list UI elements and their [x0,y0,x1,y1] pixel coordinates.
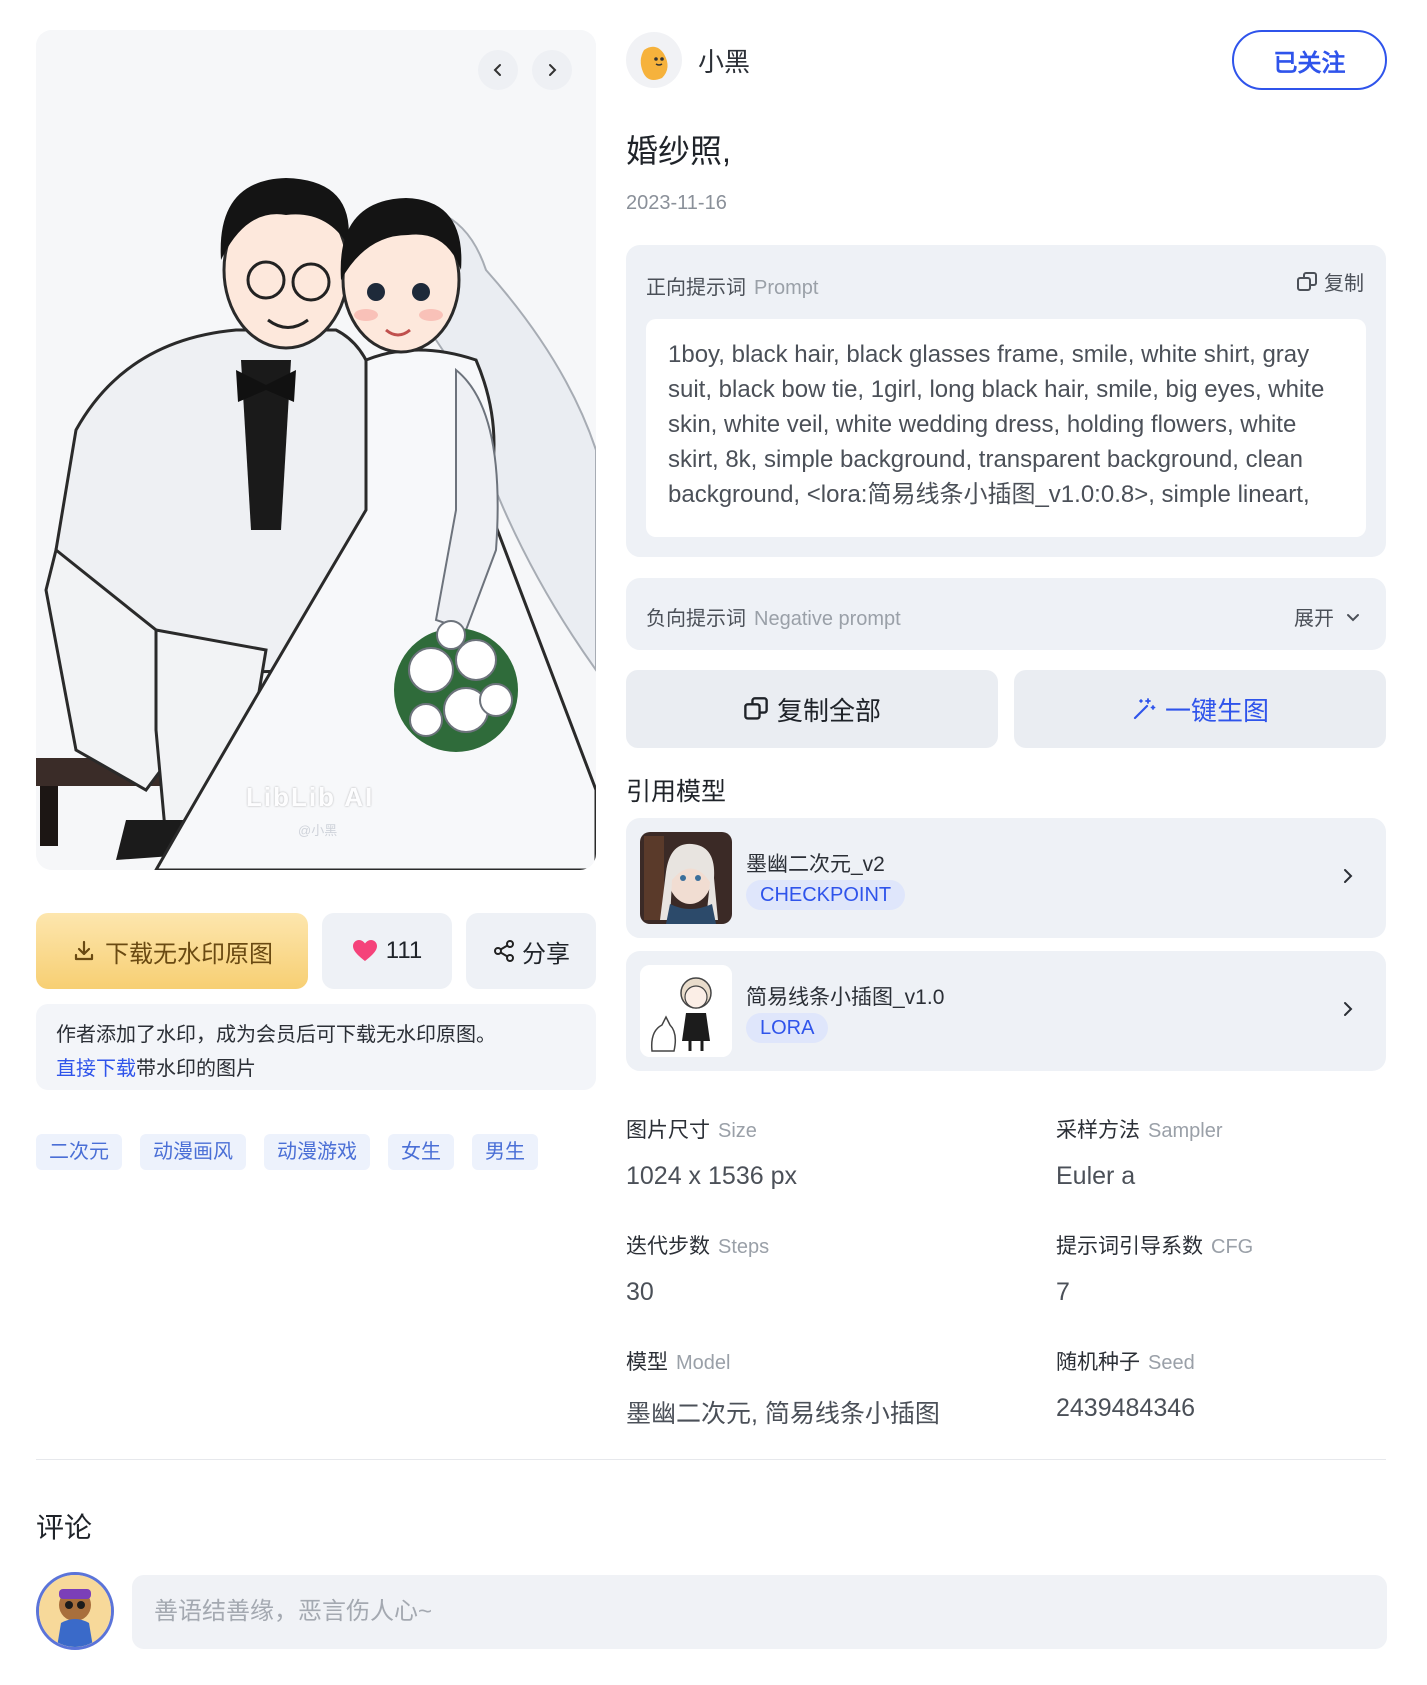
model-type-badge: CHECKPOINT [746,880,906,910]
param-label: 提示词引导系数 [1056,1235,1203,1258]
generate-button[interactable]: 一键生图 [1014,670,1386,748]
param-label-en: Model [676,1352,731,1374]
param-value: 墨幽二次元, 简易线条小插图 [626,1400,940,1428]
negative-prompt-label-en: Negative prompt [754,608,901,630]
chevron-right-icon [1344,1002,1353,1016]
param-label: 采样方法 [1056,1119,1140,1142]
current-user-avatar [36,1572,114,1650]
model-name: 简易线条小插图_v1.0 [746,986,945,1009]
model-thumbnail [640,965,732,1057]
prompt-label: 正向提示词 [646,277,746,299]
follow-button[interactable]: 已关注 [1232,30,1387,90]
share-label: 分享 [522,940,570,968]
author-avatar-image [640,46,668,80]
chevron-down-icon [1347,613,1359,621]
notice-text: 作者添加了水印，成为会员后可下载无水印原图。 [56,1024,496,1046]
watermark-notice: 作者添加了水印，成为会员后可下载无水印原图。 直接下载带水印的图片 [36,1004,596,1090]
param-label-en: Sampler [1148,1120,1223,1142]
heart-icon [352,940,377,961]
watermark-username: @小黑 [298,823,338,838]
generate-label: 一键生图 [1164,695,1269,726]
negative-prompt-card[interactable]: 负向提示词 Negative prompt 展开 [626,578,1386,650]
artwork-illustration [36,30,596,870]
model-type-badge: LORA [746,1013,829,1043]
share-icon [494,940,514,962]
copy-prompt-button[interactable]: 复制 [1296,267,1364,296]
param-model: 模型 Model 墨幽二次元, 简易线条小插图 [626,1346,940,1430]
chevron-right-icon [1344,869,1353,883]
negative-prompt-label: 负向提示词 [646,608,746,630]
chevron-left-icon [493,64,501,76]
tag-item[interactable]: 动漫游戏 [264,1134,370,1170]
prompt-card: 正向提示词 Prompt 复制 1boy, black hair, black g… [626,245,1386,557]
prompt-label-en: Prompt [754,277,819,299]
expand-button[interactable]: 展开 [1294,602,1362,631]
param-label-en: Steps [718,1236,770,1258]
param-cfg: 提示词引导系数 CFG 7 [1056,1230,1253,1307]
param-sampler: 采样方法 Sampler Euler a [1056,1114,1222,1191]
param-label: 迭代步数 [626,1235,710,1258]
model-name: 墨幽二次元_v2 [746,853,885,876]
next-image-button[interactable] [532,50,572,90]
copy-icon [744,697,768,720]
share-button[interactable]: 分享 [466,913,596,989]
param-value: 1024 x 1536 px [626,1162,797,1190]
tag-item[interactable]: 男生 [472,1134,538,1170]
param-steps: 迭代步数 Steps 30 [626,1230,769,1307]
author-name[interactable]: 小黑 [698,42,750,79]
current-user-avatar-image [39,1575,111,1647]
comment-input[interactable]: 善语结善缘，恶言伤人心~ [132,1575,1387,1649]
param-label-en: Size [718,1120,757,1142]
tag-list: 二次元 动漫画风 动漫游戏 女生 男生 [36,1134,538,1170]
prompt-text: 1boy, black hair, black glasses frame, s… [646,319,1366,537]
expand-label: 展开 [1294,608,1334,630]
models-section-title: 引用模型 [626,778,727,806]
tag-item[interactable]: 动漫画风 [140,1134,246,1170]
like-count: 111 [385,937,423,964]
download-label: 下载无水印原图 [105,940,273,968]
comments-title: 评论 [36,1512,93,1543]
artwork-image-card[interactable]: LibLib AI @小黑 [36,30,596,870]
copy-all-button[interactable]: 复制全部 [626,670,998,748]
model-card-lora[interactable]: 简易线条小插图_v1.0 LORA [626,951,1386,1071]
like-button[interactable]: 111 [322,913,452,989]
param-value: 2439484346 [1056,1394,1196,1422]
magic-wand-icon [1133,698,1156,720]
prompt-label-row: 正向提示词 Prompt [646,271,818,300]
previous-image-button[interactable] [478,50,518,90]
tag-item[interactable]: 女生 [388,1134,454,1170]
copy-all-label: 复制全部 [776,695,881,726]
param-label: 随机种子 [1056,1351,1140,1374]
watermark-logo: LibLib AI [246,782,375,812]
copy-icon [1297,271,1317,291]
tag-item[interactable]: 二次元 [36,1134,122,1170]
model-thumbnail-image [640,965,732,1057]
param-value: 7 [1056,1278,1070,1306]
negative-prompt-label-row: 负向提示词 Negative prompt [646,602,901,631]
model-thumbnail-image [640,832,732,924]
param-label: 模型 [626,1351,668,1374]
download-original-button[interactable]: 下载无水印原图 [36,913,308,989]
notice-link-suffix: 带水印的图片 [136,1058,256,1080]
model-card-checkpoint[interactable]: 墨幽二次元_v2 CHECKPOINT [626,818,1386,938]
chevron-right-icon [549,64,557,76]
param-value: Euler a [1056,1162,1136,1190]
param-value: 30 [626,1278,654,1306]
param-label-en: CFG [1211,1236,1254,1258]
param-label-en: Seed [1148,1352,1195,1374]
post-date: 2023-11-16 [626,192,727,214]
model-thumbnail [640,832,732,924]
download-icon [74,940,94,961]
param-seed: 随机种子 Seed 2439484346 [1056,1346,1195,1423]
param-size: 图片尺寸 Size 1024 x 1536 px [626,1114,797,1191]
copy-label: 复制 [1324,273,1364,295]
post-title: 婚纱照, [626,133,731,169]
param-label: 图片尺寸 [626,1119,710,1142]
direct-download-link[interactable]: 直接下载 [56,1058,136,1080]
section-divider [36,1459,1386,1460]
author-avatar[interactable] [626,32,682,88]
